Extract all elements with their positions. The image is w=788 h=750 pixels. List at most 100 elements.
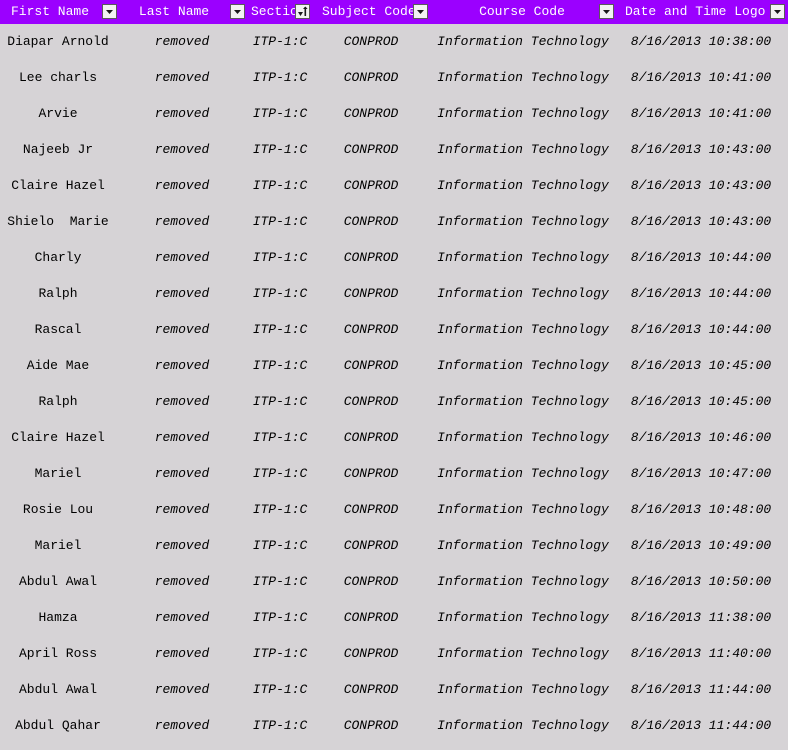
cell-course-code[interactable]: Information Technology [430,168,616,204]
table-row[interactable]: Abdul Qahar removed ITP-1:C CONPROD Informat… [0,708,788,744]
cell-first-name[interactable]: Mariel [0,528,116,564]
table-row[interactable]: Abdul Awal removed ITP-1:C CONPROD Informati… [0,672,788,708]
cell-date-time-logo[interactable]: 8/16/2013 10:44:00 [622,240,780,276]
cell-course-code[interactable]: Information Technology [430,564,616,600]
cell-subject-code[interactable]: CONPROD [330,636,412,672]
cell-subject-code[interactable]: CONPROD [330,96,412,132]
cell-first-name[interactable]: Shielo Marie [0,204,116,240]
cell-last-name[interactable]: removed [122,564,242,600]
cell-first-name[interactable]: Mariel [0,456,116,492]
cell-first-name[interactable]: Arvie [0,96,116,132]
column-header-last-name[interactable]: Last Name [120,0,246,24]
cell-date-time-logo[interactable]: 8/16/2013 10:45:00 [622,384,780,420]
table-row[interactable]: Najeeb Jr removed ITP-1:C CONPROD Informatio… [0,132,788,168]
cell-subject-code[interactable]: CONPROD [330,492,412,528]
cell-date-time-logo[interactable]: 8/16/2013 11:40:00 [622,636,780,672]
column-header-subject-code[interactable]: Subject Code [314,0,432,24]
cell-course-code[interactable]: Information Technology [430,384,616,420]
cell-section[interactable]: ITP-1:C [244,600,316,636]
column-header-date-time-logo[interactable]: Date and Time Logo [616,0,788,24]
cell-last-name[interactable]: removed [122,312,242,348]
cell-last-name[interactable]: removed [122,708,242,744]
cell-first-name[interactable]: Diapar Arnold [0,24,116,60]
table-row[interactable]: Claire Hazel removed ITP-1:C CONPROD Informa… [0,168,788,204]
cell-course-code[interactable]: Information Technology [430,672,616,708]
cell-date-time-logo[interactable]: 8/16/2013 10:48:00 [622,492,780,528]
cell-course-code[interactable]: Information Technology [430,96,616,132]
filter-dropdown-icon[interactable] [770,4,785,19]
cell-course-code[interactable]: Information Technology [430,528,616,564]
cell-course-code[interactable]: Information Technology [430,492,616,528]
cell-section[interactable]: ITP-1:C [244,312,316,348]
cell-date-time-logo[interactable]: 8/16/2013 10:41:00 [622,60,780,96]
cell-first-name[interactable]: Claire Hazel [0,168,116,204]
cell-course-code[interactable]: Information Technology [430,348,616,384]
cell-section[interactable]: ITP-1:C [244,132,316,168]
cell-first-name[interactable]: Rascal [0,312,116,348]
cell-course-code[interactable]: Information Technology [430,276,616,312]
cell-last-name[interactable]: removed [122,600,242,636]
cell-subject-code[interactable]: CONPROD [330,276,412,312]
cell-subject-code[interactable]: CONPROD [330,60,412,96]
table-row[interactable]: Aide Mae removed ITP-1:C CONPROD Information… [0,348,788,384]
table-row[interactable]: Hamza removed ITP-1:C CONPROD Information Te… [0,600,788,636]
cell-first-name[interactable]: Aide Mae [0,348,116,384]
cell-date-time-logo[interactable]: 8/16/2013 10:44:00 [622,312,780,348]
cell-last-name[interactable]: removed [122,24,242,60]
cell-date-time-logo[interactable]: 8/16/2013 10:49:00 [622,528,780,564]
filter-dropdown-icon[interactable] [413,4,428,19]
cell-subject-code[interactable]: CONPROD [330,24,412,60]
cell-first-name[interactable]: Abdul Awal [0,672,116,708]
cell-first-name[interactable]: Abdul Awal [0,564,116,600]
cell-first-name[interactable]: Charly [0,240,116,276]
cell-last-name[interactable]: removed [122,348,242,384]
cell-section[interactable]: ITP-1:C [244,492,316,528]
cell-date-time-logo[interactable]: 8/16/2013 10:46:00 [622,420,780,456]
table-row[interactable]: Rosie Lou removed ITP-1:C CONPROD Informatio… [0,492,788,528]
cell-first-name[interactable]: Ralph [0,276,116,312]
cell-date-time-logo[interactable]: 8/16/2013 10:43:00 [622,204,780,240]
filter-dropdown-icon[interactable] [230,4,245,19]
cell-date-time-logo[interactable]: 8/16/2013 10:45:00 [622,348,780,384]
cell-date-time-logo[interactable]: 8/16/2013 11:44:00 [622,708,780,744]
column-header-course-code[interactable]: Course Code [432,0,616,24]
cell-subject-code[interactable]: CONPROD [330,456,412,492]
cell-subject-code[interactable]: CONPROD [330,384,412,420]
cell-date-time-logo[interactable]: 8/16/2013 10:38:00 [622,24,780,60]
cell-last-name[interactable]: removed [122,168,242,204]
cell-section[interactable]: ITP-1:C [244,528,316,564]
cell-last-name[interactable]: removed [122,636,242,672]
cell-subject-code[interactable]: CONPROD [330,240,412,276]
table-row[interactable]: Lee charls removed ITP-1:C CONPROD Informati… [0,60,788,96]
cell-subject-code[interactable]: CONPROD [330,564,412,600]
table-row[interactable]: Ralph removed ITP-1:C CONPROD Information Te… [0,276,788,312]
cell-last-name[interactable]: removed [122,384,242,420]
table-row[interactable]: Shielo Marie removed ITP-1:C CONPROD Informa… [0,204,788,240]
cell-first-name[interactable]: Najeeb Jr [0,132,116,168]
filter-dropdown-icon[interactable] [102,4,117,19]
cell-subject-code[interactable]: CONPROD [330,420,412,456]
cell-section[interactable]: ITP-1:C [244,24,316,60]
cell-first-name[interactable]: Abdul Qahar [0,708,116,744]
cell-date-time-logo[interactable]: 8/16/2013 10:43:00 [622,168,780,204]
cell-first-name[interactable]: Hamza [0,600,116,636]
cell-course-code[interactable]: Information Technology [430,312,616,348]
cell-last-name[interactable]: removed [122,60,242,96]
table-row[interactable]: Ralph removed ITP-1:C CONPROD Information Te… [0,384,788,420]
cell-course-code[interactable]: Information Technology [430,456,616,492]
cell-date-time-logo[interactable]: 8/16/2013 10:47:00 [622,456,780,492]
cell-first-name[interactable]: April Ross [0,636,116,672]
cell-course-code[interactable]: Information Technology [430,240,616,276]
table-row[interactable]: Mariel removed ITP-1:C CONPROD Information T… [0,528,788,564]
cell-last-name[interactable]: removed [122,276,242,312]
cell-last-name[interactable]: removed [122,240,242,276]
cell-section[interactable]: ITP-1:C [244,672,316,708]
cell-section[interactable]: ITP-1:C [244,168,316,204]
cell-section[interactable]: ITP-1:C [244,240,316,276]
cell-last-name[interactable]: removed [122,456,242,492]
cell-section[interactable]: ITP-1:C [244,96,316,132]
cell-section[interactable]: ITP-1:C [244,420,316,456]
table-row[interactable]: Claire Hazel removed ITP-1:C CONPROD Informa… [0,420,788,456]
cell-section[interactable]: ITP-1:C [244,204,316,240]
cell-subject-code[interactable]: CONPROD [330,132,412,168]
